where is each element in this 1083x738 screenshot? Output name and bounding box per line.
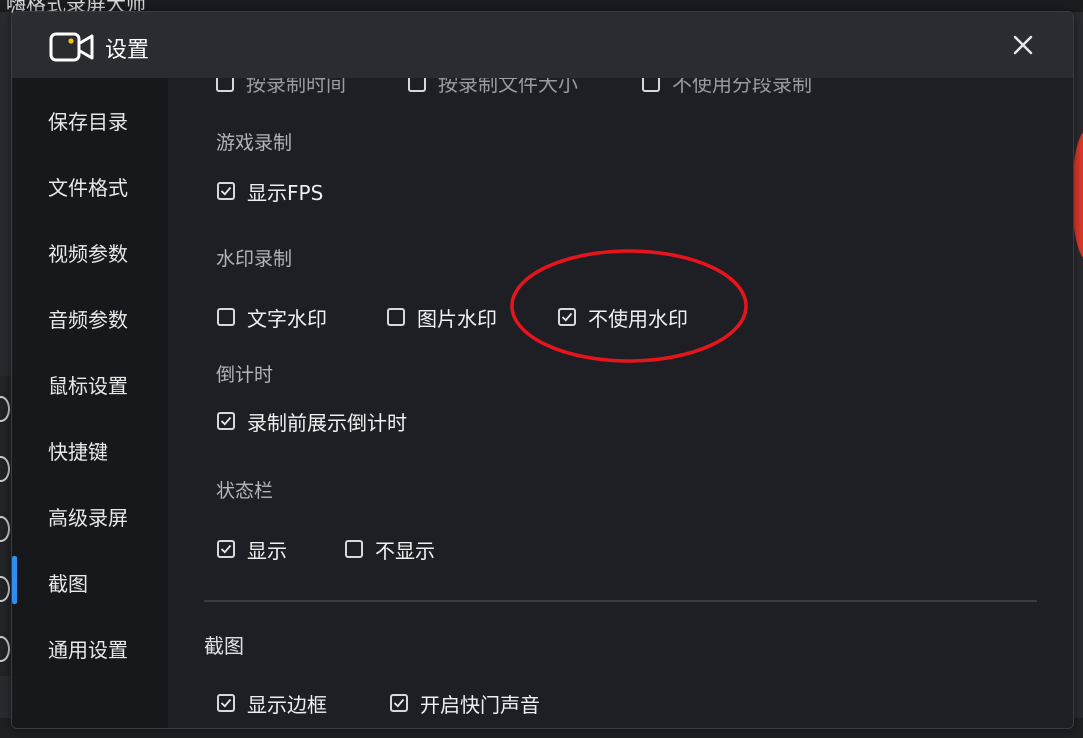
sidebar-item-screenshot[interactable]: 截图 <box>48 568 88 597</box>
show-countdown-checkbox[interactable]: 录制前展示倒计时 <box>217 408 407 435</box>
checkbox-icon <box>216 78 234 92</box>
checkbox-checked-icon <box>217 540 235 558</box>
sidebar-item-mouse-settings[interactable]: 鼠标设置 <box>48 370 128 399</box>
checkbox-checked-icon <box>217 182 235 200</box>
close-icon[interactable] <box>1008 30 1038 60</box>
section-title-countdown: 倒计时 <box>216 364 274 386</box>
section-title-screenshot: 截图 <box>204 634 244 658</box>
show-status-bar-checkbox[interactable]: 显示 <box>217 536 287 563</box>
sidebar-item-audio-params[interactable]: 音频参数 <box>48 304 128 333</box>
section-title-game-recording: 游戏录制 <box>216 132 293 154</box>
settings-sidebar: 保存目录 文件格式 视频参数 音频参数 鼠标设置 快捷键 高级录屏 截图 通用设… <box>12 78 168 728</box>
checkbox-checked-icon <box>390 694 408 712</box>
checkbox-checked-icon <box>217 694 235 712</box>
sidebar-item-save-directory[interactable]: 保存目录 <box>48 106 128 135</box>
show-border-checkbox[interactable]: 显示边框 <box>217 690 327 717</box>
no-watermark-checkbox[interactable]: 不使用水印 <box>558 304 688 331</box>
no-split-option[interactable]: 不使用分段录制 <box>642 78 812 97</box>
sidebar-item-advanced-recording[interactable]: 高级录屏 <box>48 502 128 531</box>
sidebar-item-general-settings[interactable]: 通用设置 <box>48 634 128 663</box>
checkbox-icon <box>642 78 660 92</box>
checkbox-checked-icon <box>217 412 235 430</box>
section-title-watermark: 水印录制 <box>216 248 293 270</box>
dialog-title: 设置 <box>105 38 150 63</box>
section-title-status-bar: 状态栏 <box>216 480 274 502</box>
checkbox-icon <box>345 540 363 558</box>
image-watermark-checkbox[interactable]: 图片水印 <box>387 304 497 331</box>
split-by-time-option[interactable]: 按录制时间 <box>216 78 346 97</box>
sidebar-item-file-format[interactable]: 文件格式 <box>48 172 128 201</box>
video-camera-icon <box>49 32 94 62</box>
checkbox-checked-icon <box>558 308 576 326</box>
checkbox-icon <box>217 308 235 326</box>
sidebar-active-indicator <box>12 556 17 604</box>
checkbox-icon <box>408 78 426 92</box>
split-by-size-option[interactable]: 按录制文件大小 <box>408 78 578 97</box>
checkbox-icon <box>387 308 405 326</box>
settings-content: 按录制时间 按录制文件大小 不使用分段录制 游戏录制 显示FPS 水印录制 文字… <box>168 78 1073 728</box>
sidebar-item-video-params[interactable]: 视频参数 <box>48 238 128 267</box>
sidebar-item-shortcuts[interactable]: 快捷键 <box>48 436 108 465</box>
settings-dialog: 设置 保存目录 文件格式 视频参数 音频参数 鼠标设置 快捷键 高级录屏 截图 … <box>11 11 1074 729</box>
shutter-sound-checkbox[interactable]: 开启快门声音 <box>390 690 540 717</box>
text-watermark-checkbox[interactable]: 文字水印 <box>217 304 327 331</box>
section-divider <box>204 600 1037 602</box>
dialog-header: 设置 <box>12 12 1073 78</box>
show-fps-checkbox[interactable]: 显示FPS <box>217 178 323 205</box>
hide-status-bar-checkbox[interactable]: 不显示 <box>345 536 435 563</box>
